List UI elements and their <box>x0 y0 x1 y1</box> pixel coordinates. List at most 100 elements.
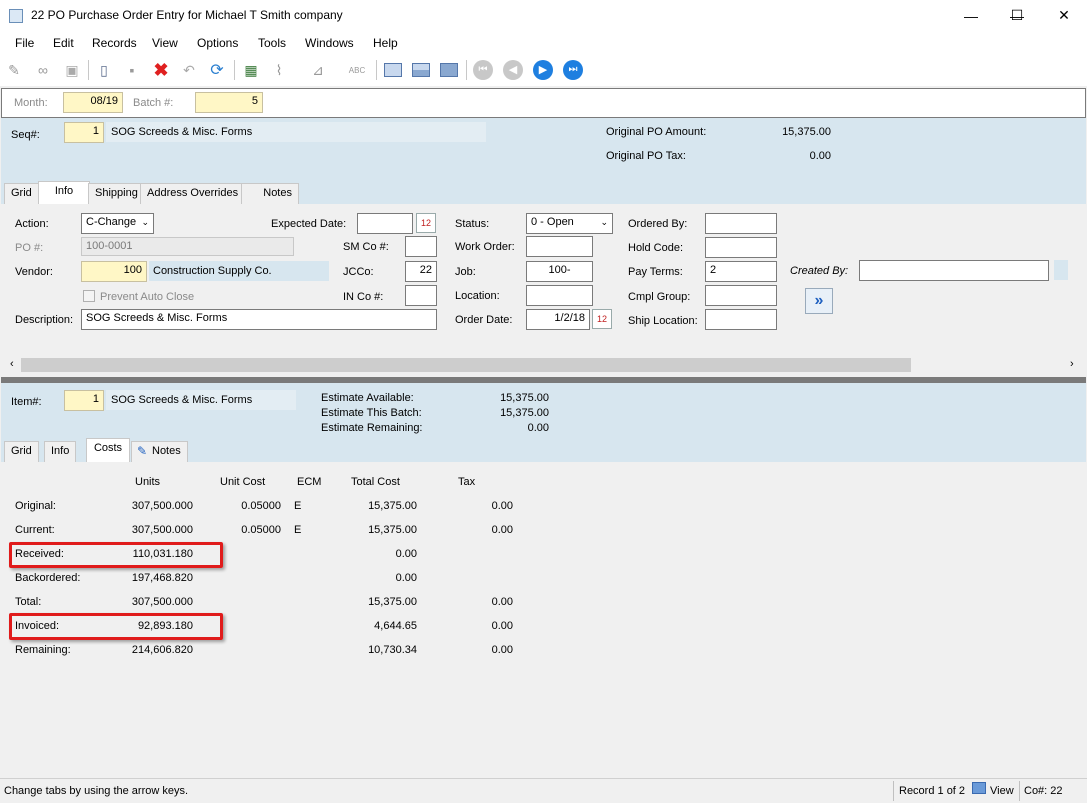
menu-tools[interactable]: Tools <box>258 36 286 50</box>
layout2-icon[interactable] <box>410 59 432 81</box>
horizontal-scrollbar[interactable]: ‹ › <box>1 356 1086 374</box>
tab-item-costs[interactable]: Costs <box>86 438 130 462</box>
description-label: Description: <box>15 314 74 326</box>
tab-info[interactable]: Info <box>38 181 90 204</box>
po-field[interactable]: 100-0001 <box>81 237 294 256</box>
expected-date-label: Expected Date: <box>271 218 347 230</box>
cost-row-units: 197,468.820 <box>131 572 193 584</box>
tab-item-notes[interactable]: ✎ Notes <box>131 441 188 462</box>
tab-notes[interactable]: Notes <box>241 183 299 204</box>
menu-view[interactable]: View <box>152 36 178 50</box>
tab-address-overrides[interactable]: Address Overrides <box>140 183 246 204</box>
created-by-field[interactable] <box>859 260 1049 281</box>
calendar-icon[interactable]: 12 <box>416 213 436 233</box>
tab-item-grid[interactable]: Grid <box>4 441 39 462</box>
col-total-cost: Total Cost <box>351 476 400 488</box>
orig-po-tax-label: Original PO Tax: <box>606 150 686 162</box>
prevent-auto-close-checkbox[interactable] <box>83 290 95 302</box>
calendar-icon[interactable]: 12 <box>592 309 612 329</box>
job-field[interactable]: 100- <box>526 261 593 282</box>
scrollbar-thumb[interactable] <box>21 358 911 372</box>
col-units: Units <box>135 476 161 488</box>
scroll-right-icon[interactable]: › <box>1070 358 1074 370</box>
previous-record-icon[interactable]: ◀ <box>502 59 524 81</box>
close-button[interactable]: ✕ <box>1041 0 1087 31</box>
refresh-icon[interactable]: ⟳ <box>206 59 228 81</box>
month-field[interactable]: 08/19 <box>63 92 123 113</box>
menu-file[interactable]: File <box>15 36 34 50</box>
cost-row-unit-cost: 0.05000 <box>241 500 281 512</box>
location-field[interactable] <box>526 285 593 306</box>
location-label: Location: <box>455 290 500 302</box>
menu-help[interactable]: Help <box>373 36 398 50</box>
description-field[interactable]: SOG Screeds & Misc. Forms <box>81 309 437 330</box>
action-label: Action: <box>15 218 49 230</box>
order-date-label: Order Date: <box>455 314 513 326</box>
estimate-remaining: 0.00 <box>527 422 549 434</box>
col-ecm: ECM <box>297 476 322 488</box>
stamp-icon[interactable]: ⊿ <box>307 59 329 81</box>
maximize-button[interactable]: ☐ <box>994 0 1040 31</box>
menu-windows[interactable]: Windows <box>305 36 354 50</box>
smco-field[interactable] <box>405 236 437 257</box>
record-indicator: Record 1 of 2 <box>899 785 966 797</box>
vendor-field[interactable]: 100 <box>81 261 147 282</box>
tab-grid[interactable]: Grid <box>4 183 39 204</box>
cmpl-group-field[interactable] <box>705 285 777 306</box>
status-hint: Change tabs by using the arrow keys. <box>4 785 189 797</box>
menu-options[interactable]: Options <box>197 36 238 50</box>
month-label: Month: <box>14 97 48 109</box>
pay-terms-field[interactable]: 2 <box>705 261 777 282</box>
delete-icon[interactable]: ✖ <box>150 59 172 81</box>
box-icon[interactable]: ▣ <box>61 59 83 81</box>
toolbar: ✎ ∞ ▣ ▯ ▪ ✖ ↶ ⟳ ▦ ⌇ ⊿ ABC ⏮ ◀ ▶ ⏭ <box>0 54 1087 86</box>
inco-field[interactable] <box>405 285 437 306</box>
save-icon[interactable]: ▪ <box>121 59 143 81</box>
edit-icon[interactable]: ✎ <box>3 59 25 81</box>
spellcheck-icon[interactable]: ABC <box>346 59 368 81</box>
first-record-icon[interactable]: ⏮ <box>472 59 494 81</box>
binoculars-icon[interactable]: ∞ <box>32 59 54 81</box>
tab-item-info[interactable]: Info <box>44 441 77 462</box>
status-select[interactable]: 0 - Open ⌄ <box>526 213 613 234</box>
ordered-by-field[interactable] <box>705 213 777 234</box>
new-document-icon[interactable]: ▯ <box>93 59 115 81</box>
item-field[interactable]: 1 <box>64 390 104 411</box>
layout1-icon[interactable] <box>382 59 404 81</box>
status-label: Status: <box>455 218 490 230</box>
item-description: SOG Screeds & Misc. Forms <box>106 390 296 410</box>
seq-field[interactable]: 1 <box>64 122 104 143</box>
minimize-button-2[interactable]: — <box>948 0 994 31</box>
batch-field[interactable]: 5 <box>195 92 263 113</box>
menu-records[interactable]: Records <box>92 36 137 50</box>
ship-location-field[interactable] <box>705 309 777 330</box>
order-date-field[interactable]: 1/2/18 <box>526 309 590 330</box>
seq-description: SOG Screeds & Misc. Forms <box>106 122 486 142</box>
batch-bar: Month: 08/19 Batch #: 5 <box>1 88 1086 118</box>
jcco-field[interactable]: 22 <box>405 261 437 282</box>
tab-shipping[interactable]: Shipping <box>88 183 145 204</box>
header-panel: Seq#: 1 SOG Screeds & Misc. Forms Origin… <box>1 118 1086 182</box>
item-panel: Item#: 1 SOG Screeds & Misc. Forms Estim… <box>1 383 1086 437</box>
scroll-left-icon[interactable]: ‹ <box>10 358 14 370</box>
seq-label: Seq#: <box>11 129 40 141</box>
menu-edit[interactable]: Edit <box>53 36 74 50</box>
calculator-icon[interactable]: ▦ <box>240 59 262 81</box>
work-order-field[interactable] <box>526 236 593 257</box>
item-tab-strip: Grid Info Costs ✎ Notes <box>1 437 1086 462</box>
expand-arrow-icon[interactable]: » <box>805 288 833 314</box>
cost-row-label: Remaining: <box>15 644 71 656</box>
action-select[interactable]: C-Change ⌄ <box>81 213 154 234</box>
layout3-icon[interactable] <box>438 59 460 81</box>
next-record-icon[interactable]: ▶ <box>532 59 554 81</box>
work-order-label: Work Order: <box>455 241 515 253</box>
item-label: Item#: <box>11 396 42 408</box>
attachment-icon[interactable]: ⌇ <box>268 59 290 81</box>
last-record-icon[interactable]: ⏭ <box>562 59 584 81</box>
hold-code-field[interactable] <box>705 237 777 258</box>
cost-row-total: 15,375.00 <box>368 500 417 512</box>
job-label: Job: <box>455 266 476 278</box>
undo-icon[interactable]: ↶ <box>178 59 200 81</box>
app-icon <box>9 9 23 23</box>
expected-date-field[interactable] <box>357 213 413 234</box>
